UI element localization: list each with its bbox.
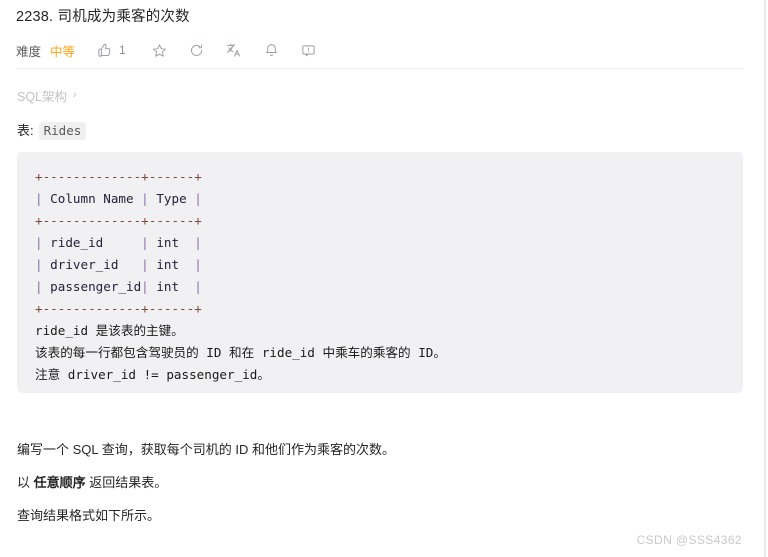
schema-note-3: 注意 driver_id != passenger_id。 [35, 367, 270, 382]
breadcrumb-label: SQL架构 [17, 90, 68, 104]
comment-icon[interactable] [301, 43, 316, 58]
table-caption: 表: Rides [17, 120, 87, 140]
description-line-2-emphasis: 任意顺序 [33, 475, 86, 490]
like-button[interactable]: 1 [97, 43, 126, 58]
description-line-2-prefix: 以 [17, 475, 34, 490]
like-count: 1 [119, 43, 126, 57]
header-divider [16, 68, 744, 69]
description-line-3: 查询结果格式如下所示。 [17, 508, 161, 523]
table-caption-prefix: 表: [17, 123, 34, 138]
problem-page: 2238. 司机成为乘客的次数 难度 中等 1 SQL架构 › 表: Rides… [0, 0, 766, 557]
chevron-right-icon: › [73, 89, 77, 101]
share-icon[interactable] [189, 43, 204, 58]
problem-meta-bar: 难度 中等 1 [16, 38, 338, 62]
description-line-2-suffix: 返回结果表。 [85, 475, 168, 490]
schema-note-1: ride_id 是该表的主键。 [35, 323, 184, 338]
status-badge: 中等 [50, 44, 76, 59]
table-name-code: Rides [38, 122, 87, 140]
bell-icon[interactable] [264, 43, 279, 58]
breadcrumb[interactable]: SQL架构 › [17, 86, 77, 105]
description-line-1: 编写一个 SQL 查询，获取每个司机的 ID 和他们作为乘客的次数。 [17, 442, 395, 457]
schema-code-block: +-------------+------+ | Column Name | T… [17, 152, 743, 393]
schema-note-2: 该表的每一行都包含驾驶员的 ID 和在 ride_id 中乘车的乘客的 ID。 [35, 345, 446, 360]
difficulty-label: 难度 [16, 44, 42, 59]
page-title: 2238. 司机成为乘客的次数 [16, 9, 190, 25]
schema-code-content: +-------------+------+ | Column Name | T… [35, 169, 446, 382]
watermark: CSDN @SSS4362 [636, 533, 742, 547]
description-line-2: 以 任意顺序 返回结果表。 [17, 473, 167, 493]
translate-icon[interactable] [226, 42, 242, 58]
thumbs-up-icon[interactable] [97, 43, 112, 58]
star-icon[interactable] [152, 43, 167, 58]
